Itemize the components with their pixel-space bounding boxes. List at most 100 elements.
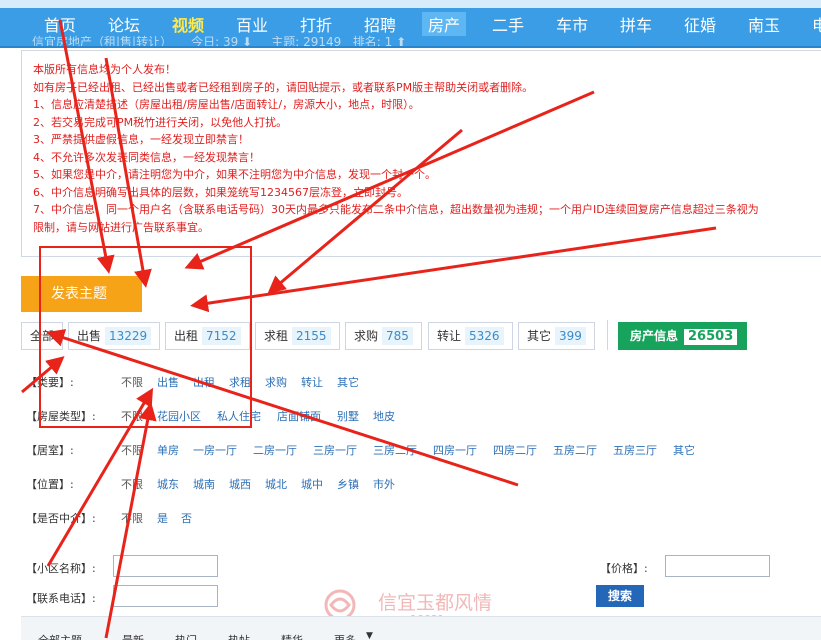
search-button[interactable]: 搜索 xyxy=(596,585,644,607)
bottom-tab-hot-posts[interactable]: 热帖 xyxy=(228,632,250,640)
category-count: 13229 xyxy=(105,327,152,345)
filter-option[interactable]: 其它 xyxy=(673,442,695,458)
filter-option[interactable]: 二房一厅 xyxy=(253,442,297,458)
arrow-up-icon: ⬆ xyxy=(396,35,407,48)
nav-item-dating[interactable]: 征婚 xyxy=(684,12,716,36)
notice-line: 4、不允许多次发表同类信息，一经发现禁言！ xyxy=(33,150,260,164)
stat-label: 房产信息 xyxy=(630,329,679,343)
filter-option[interactable]: 花园小区 xyxy=(157,408,201,424)
chevron-down-icon[interactable]: ▼ xyxy=(366,631,373,640)
filter-option[interactable]: 不限 xyxy=(121,476,143,492)
filter-option[interactable]: 五房三厅 xyxy=(613,442,657,458)
category-label: 出租 xyxy=(174,329,199,343)
filter-option[interactable]: 四房二厅 xyxy=(493,442,537,458)
category-label: 全部 xyxy=(30,329,55,343)
filter-option[interactable]: 转让 xyxy=(301,374,323,390)
notice-line: 限制，请与网站进行广告联系事宜。 xyxy=(33,220,209,234)
filter-option[interactable]: 其它 xyxy=(337,374,359,390)
category-tab-other[interactable]: 其它 399 xyxy=(518,322,595,350)
notice-line: 如有房子已经出租、已经出售或者已经租到房子的，请回贴提示，或者联系PM版主帮助关… xyxy=(33,80,534,94)
category-count: 5326 xyxy=(465,327,504,345)
filter-option[interactable]: 地皮 xyxy=(373,408,395,424)
filter-option[interactable]: 求购 xyxy=(265,374,287,390)
filter-option[interactable]: 四房一厅 xyxy=(433,442,477,458)
filter-option[interactable]: 求租 xyxy=(229,374,251,390)
category-count: 2155 xyxy=(292,327,331,345)
bottom-tab-all[interactable]: 全部主题 xyxy=(38,632,82,640)
filter-row-agent: 【是否中介】: 不限 是 否 xyxy=(26,510,326,528)
rules-notice: 本版所有信息均为个人发布！ 如有房子已经出租、已经出售或者已经租到房子的，请回贴… xyxy=(21,50,821,257)
category-label: 出售 xyxy=(77,329,102,343)
filter-label: 【房屋类型】: xyxy=(26,410,96,423)
forum-info-bar: 信宜房地产（租|售|转让） 今日: 39 ⬇ 主题: 29149 排名: 1 ⬆ xyxy=(32,33,407,48)
forum-topic-count: 主题: 29149 xyxy=(271,35,342,48)
logo-mark-icon xyxy=(324,589,356,621)
category-label: 求租 xyxy=(264,329,289,343)
community-name-input[interactable] xyxy=(113,555,218,577)
post-topic-button[interactable]: 发表主题 xyxy=(21,276,142,312)
bottom-tab-hot[interactable]: 热门 xyxy=(175,632,197,640)
nav-item-more[interactable]: 电 xyxy=(812,12,821,36)
filter-option[interactable]: 私人住宅 xyxy=(217,408,261,424)
filter-option[interactable]: 五房二厅 xyxy=(553,442,597,458)
filter-label: 【类要】: xyxy=(26,376,74,389)
notice-line: 3、严禁提供虚假信息，一经发现立即禁言！ xyxy=(33,133,249,146)
category-tab-all[interactable]: 全部 xyxy=(21,322,64,350)
bottom-tab-featured[interactable]: 精华 xyxy=(281,632,303,640)
filter-row-type: 【类要】: 不限 出售 出租 求租 求购 转让 其它 xyxy=(26,374,426,392)
watermark-title: 信宜玉都风情 xyxy=(378,592,493,614)
bottom-tab-latest[interactable]: 最新 xyxy=(122,632,144,640)
realestate-stat-badge[interactable]: 房产信息 26503 xyxy=(618,322,747,350)
notice-line: 1、信息应清楚描述（房屋出租/房屋出售/店面转让/，房源大小，地点，时限）。 xyxy=(33,98,420,111)
phone-label: 【联系电话】: xyxy=(26,592,96,605)
notice-line: 6、中介信息明确写出具体的层数，如果笼统写1234567层冻登，立即封号。 xyxy=(33,185,408,199)
stat-count: 26503 xyxy=(684,329,738,345)
nav-item-nanyu[interactable]: 南玉 xyxy=(748,12,780,36)
filter-option[interactable]: 店面铺面 xyxy=(277,408,321,424)
filter-option[interactable]: 不限 xyxy=(121,408,143,424)
filter-row-house-type: 【房屋类型】: 不限 花园小区 私人住宅 店面铺面 别墅 地皮 xyxy=(26,408,426,426)
filter-option[interactable]: 不限 xyxy=(121,510,143,526)
filter-option[interactable]: 市外 xyxy=(373,476,395,492)
category-count: 7152 xyxy=(202,327,241,345)
filter-option[interactable]: 城东 xyxy=(157,476,179,492)
nav-item-realestate[interactable]: 房产 xyxy=(422,12,467,36)
filter-option[interactable]: 城南 xyxy=(193,476,215,492)
nav-item-secondhand[interactable]: 二手 xyxy=(492,12,524,36)
filter-option[interactable]: 不限 xyxy=(121,442,143,458)
category-label: 其它 xyxy=(527,329,552,343)
filter-option[interactable]: 出售 xyxy=(157,374,179,390)
filter-option[interactable]: 三房一厅 xyxy=(313,442,357,458)
filter-option[interactable]: 一房一厅 xyxy=(193,442,237,458)
filter-option[interactable]: 城中 xyxy=(301,476,323,492)
category-tab-want-buy[interactable]: 求购 785 xyxy=(345,322,422,350)
category-tab-sale[interactable]: 出售 13229 xyxy=(68,322,161,350)
price-input[interactable] xyxy=(665,555,770,577)
filter-option[interactable]: 三房二厅 xyxy=(373,442,417,458)
category-tab-rent[interactable]: 出租 7152 xyxy=(165,322,250,350)
forum-rank: 排名: 1 xyxy=(352,35,393,48)
phone-input[interactable] xyxy=(113,585,218,607)
nav-top-strip xyxy=(0,0,821,8)
bottom-tab-more[interactable]: 更多 xyxy=(334,632,356,640)
filter-option[interactable]: 否 xyxy=(181,510,192,526)
filter-option[interactable]: 乡镇 xyxy=(337,476,359,492)
notice-line: 2、若交易完成可PM税竹进行关闭，以免他人打扰。 xyxy=(33,115,288,129)
filter-option[interactable]: 城西 xyxy=(229,476,251,492)
category-tab-transfer[interactable]: 转让 5326 xyxy=(428,322,513,350)
notice-line: 本版所有信息均为个人发布！ xyxy=(33,63,176,76)
filter-option[interactable]: 出租 xyxy=(193,374,215,390)
filter-option[interactable]: 别墅 xyxy=(337,408,359,424)
category-count: 399 xyxy=(555,327,586,345)
filter-label: 【是否中介】: xyxy=(26,512,96,525)
nav-item-cars[interactable]: 车市 xyxy=(556,12,588,36)
category-tab-want-rent[interactable]: 求租 2155 xyxy=(255,322,340,350)
nav-item-carpool[interactable]: 拼车 xyxy=(620,12,652,36)
filter-option[interactable]: 是 xyxy=(157,510,168,526)
filter-option[interactable]: 不限 xyxy=(121,374,143,390)
filter-option[interactable]: 城北 xyxy=(265,476,287,492)
forum-today-count: 今日: 39 xyxy=(191,35,239,48)
filter-option[interactable]: 单房 xyxy=(157,442,179,458)
notice-line: 5、如果您是中介，请注明您为中介，如果不注明您为中介信息，发现一个封一个。 xyxy=(33,168,436,181)
forum-title[interactable]: 信宜房地产（租|售|转让） xyxy=(32,35,172,46)
